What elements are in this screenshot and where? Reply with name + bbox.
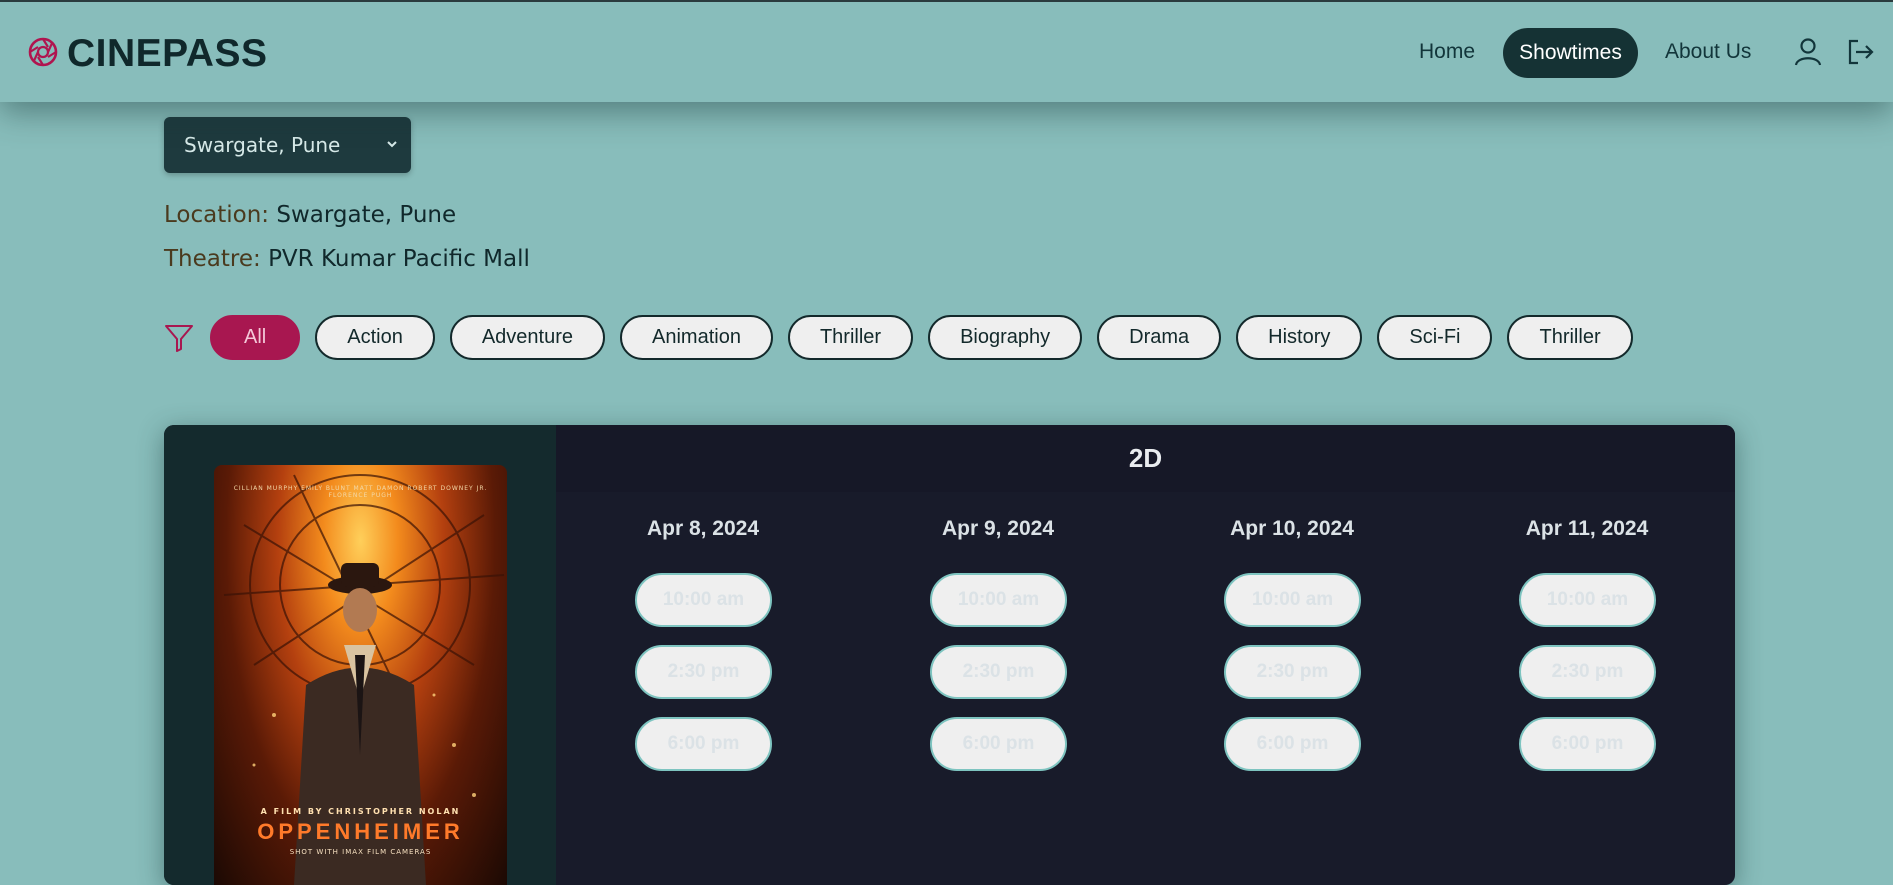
- location-select-value: Swargate, Pune: [184, 133, 341, 157]
- showtime-button[interactable]: 2:30 pm: [1519, 645, 1656, 699]
- showtime-day-3: Apr 10, 2024: [1192, 517, 1392, 541]
- location-label: Location:: [164, 202, 270, 228]
- showtime-button[interactable]: 2:30 pm: [930, 645, 1067, 699]
- poster-tagline: SHOT WITH IMAX FILM CAMERAS: [289, 848, 432, 856]
- genre-filter-chips: All Action Adventure Animation Thriller …: [210, 315, 1648, 360]
- day-date: Apr 11, 2024: [1525, 517, 1649, 540]
- genre-chip-adventure[interactable]: Adventure: [449, 315, 605, 360]
- day-date: Apr 10, 2024: [1230, 517, 1354, 540]
- location-info: Location: Swargate, Pune: [164, 202, 456, 228]
- poster-director-line: A FILM BY CHRISTOPHER NOLAN: [260, 807, 461, 816]
- genre-chip-action[interactable]: Action: [315, 315, 435, 360]
- nav-showtimes-link[interactable]: Showtimes: [1503, 28, 1638, 78]
- poster-credits: CILLIAN MURPHY EMILY BLUNT MATT DAMON RO…: [233, 485, 488, 499]
- user-icon[interactable]: [1792, 36, 1824, 68]
- nav-home-link[interactable]: Home: [1419, 40, 1475, 64]
- movie-poster[interactable]: CILLIAN MURPHY EMILY BLUNT MATT DAMON RO…: [214, 465, 507, 885]
- poster-column: CILLIAN MURPHY EMILY BLUNT MATT DAMON RO…: [164, 425, 556, 885]
- theatre-info: Theatre: PVR Kumar Pacific Mall: [164, 246, 530, 272]
- showtime-day-2: Apr 9, 2024: [898, 517, 1098, 541]
- showtime-button[interactable]: 10:00 am: [635, 573, 772, 627]
- genre-chip-biography[interactable]: Biography: [928, 315, 1083, 360]
- genre-chip-history[interactable]: History: [1236, 315, 1363, 360]
- location-value: Swargate, Pune: [276, 202, 457, 228]
- day-date: Apr 8, 2024: [646, 517, 760, 540]
- aperture-logo-icon: [27, 36, 59, 72]
- showtime-button[interactable]: 6:00 pm: [1519, 717, 1656, 771]
- location-select[interactable]: Swargate, Pune: [164, 117, 411, 173]
- filter-icon[interactable]: [163, 322, 195, 354]
- chevron-down-icon: [387, 141, 397, 148]
- showtime-button[interactable]: 10:00 am: [1519, 573, 1656, 627]
- brand[interactable]: CINEPASS: [27, 32, 268, 76]
- genre-chip-thriller-2[interactable]: Thriller: [1507, 315, 1633, 360]
- showtime-button[interactable]: 6:00 pm: [635, 717, 772, 771]
- showtime-button[interactable]: 6:00 pm: [1224, 717, 1361, 771]
- genre-chip-all[interactable]: All: [210, 315, 301, 360]
- movie-showtimes-card: CILLIAN MURPHY EMILY BLUNT MATT DAMON RO…: [164, 425, 1735, 885]
- format-header: 2D: [556, 425, 1735, 492]
- day-date: Apr 9, 2024: [941, 517, 1055, 540]
- showtime-button[interactable]: 10:00 am: [1224, 573, 1361, 627]
- showtime-button[interactable]: 10:00 am: [930, 573, 1067, 627]
- showtime-button[interactable]: 2:30 pm: [1224, 645, 1361, 699]
- poster-title: OPPENHEIMER: [257, 819, 464, 844]
- genre-chip-scifi[interactable]: Sci-Fi: [1377, 315, 1493, 360]
- top-navbar: CINEPASS Home Showtimes About Us: [0, 2, 1893, 102]
- logout-icon[interactable]: [1844, 36, 1876, 68]
- showtime-day-4: Apr 11, 2024: [1487, 517, 1687, 541]
- theatre-label: Theatre:: [164, 246, 261, 272]
- genre-chip-animation[interactable]: Animation: [620, 315, 773, 360]
- showtime-button[interactable]: 2:30 pm: [635, 645, 772, 699]
- nav-about-link[interactable]: About Us: [1665, 40, 1751, 64]
- showtime-button[interactable]: 6:00 pm: [930, 717, 1067, 771]
- genre-chip-thriller[interactable]: Thriller: [787, 315, 914, 360]
- genre-chip-drama[interactable]: Drama: [1097, 315, 1222, 360]
- theatre-value: PVR Kumar Pacific Mall: [268, 246, 530, 272]
- showtime-day-1: Apr 8, 2024: [603, 517, 803, 541]
- brand-name: CINEPASS: [67, 32, 268, 75]
